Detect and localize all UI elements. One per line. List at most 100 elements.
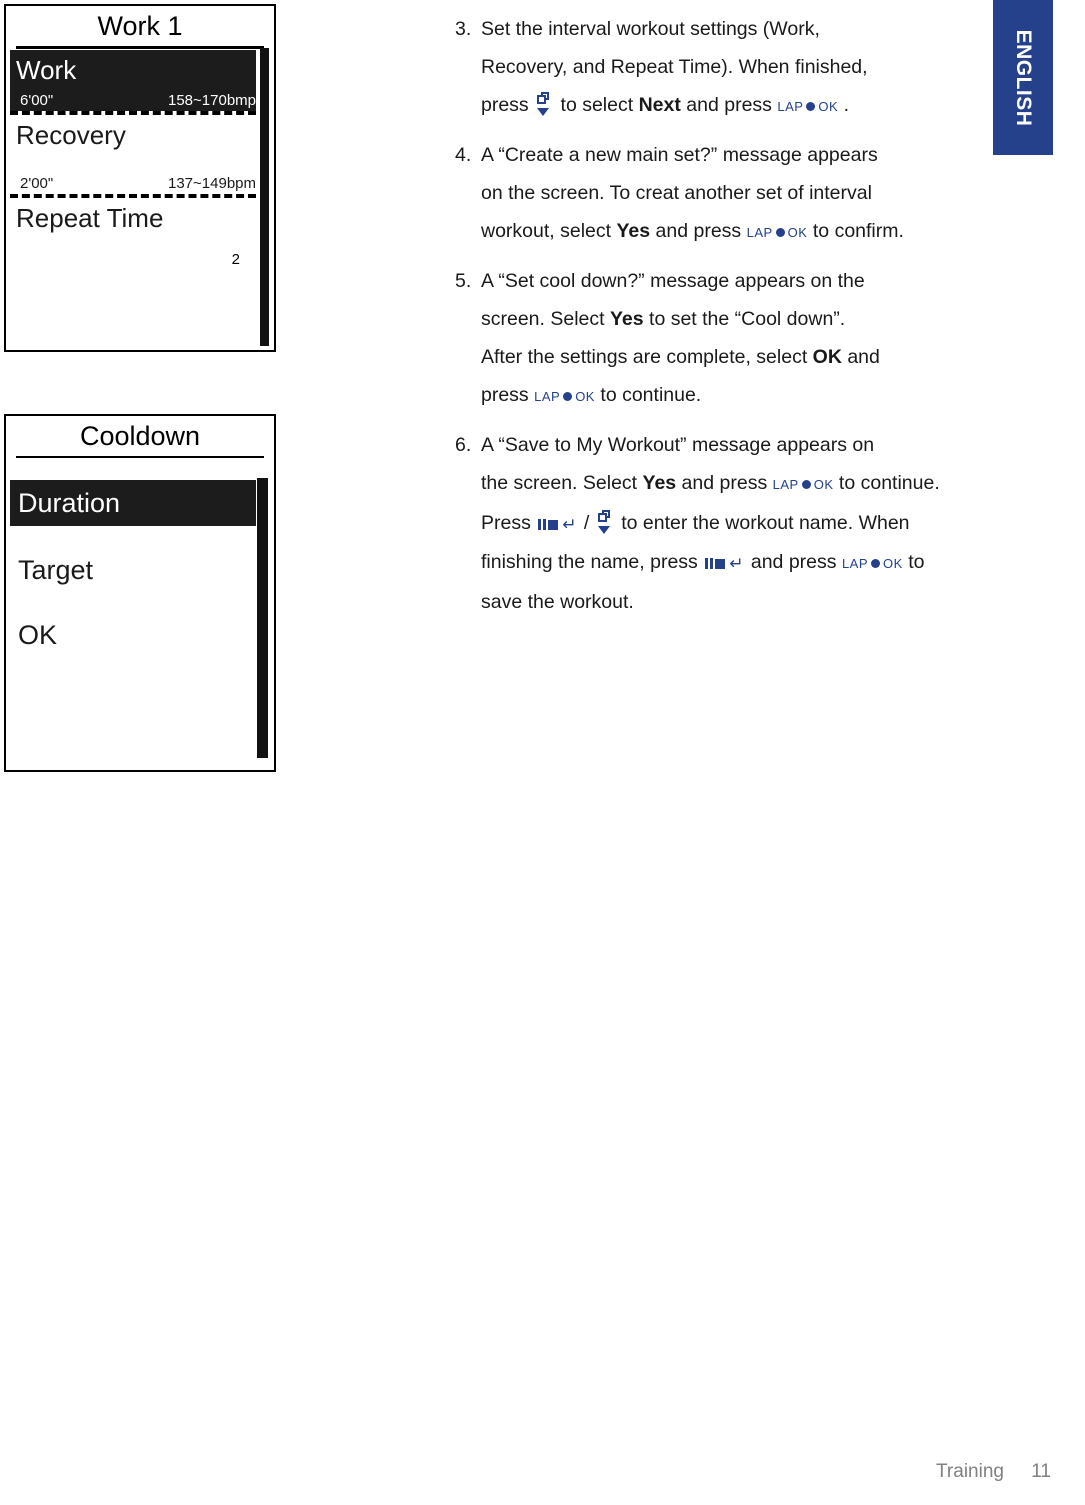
- button-dot-icon: [801, 480, 811, 490]
- step-line: A “Create a new main set?” message appea…: [481, 144, 878, 166]
- pause-icon: [538, 519, 546, 531]
- instruction-steps: 3. Set the interval workout settings (Wor…: [455, 10, 1000, 631]
- lap-ok-button-icon: LAP OK: [747, 214, 808, 252]
- step-line: A “Save to My Workout” message appears o…: [481, 434, 875, 456]
- list-item-work[interactable]: Work 6'00" 158~170bmp: [10, 50, 256, 111]
- page-down-button-icon: [597, 510, 614, 536]
- page-square-front-icon: [537, 95, 547, 104]
- step-line: the screen. Select Yes and press LAP OK t…: [481, 464, 1000, 504]
- lap-ok-button-icon: LAP OK: [777, 88, 838, 126]
- list-item-values: 2'00" 137~149bpm: [10, 150, 256, 194]
- title-divider: [16, 456, 264, 458]
- lap-label: LAP: [841, 556, 869, 571]
- emphasis-text: OK: [812, 346, 842, 368]
- language-tab-label: ENGLISH: [1012, 29, 1035, 126]
- list-item-target[interactable]: Target: [10, 547, 256, 593]
- emphasis-text: Next: [638, 94, 681, 116]
- list-item-values: 6'00" 158~170bmp: [10, 85, 256, 111]
- emphasis-text: Yes: [609, 308, 644, 330]
- ok-label: OK: [818, 99, 839, 114]
- back-arrow-icon: ↵: [729, 553, 744, 573]
- button-dot-icon: [563, 392, 573, 402]
- lap-ok-button-icon: LAP OK: [773, 466, 834, 504]
- list-item-label: Work: [16, 55, 77, 85]
- button-dot-icon: [806, 102, 816, 112]
- step-line: save the workout.: [481, 591, 634, 613]
- back-arrow-icon: ↵: [562, 514, 577, 534]
- list-item-label: Recovery: [16, 120, 126, 150]
- down-triangle-icon: [597, 526, 610, 534]
- screen-title-cooldown: Cooldown: [79, 421, 201, 451]
- step-line: screen. Select Yes to set the “Cool down…: [481, 308, 846, 330]
- pause-icon: [705, 558, 713, 570]
- work-settings-list: Work 6'00" 158~170bmp Recovery 2'00" 137…: [10, 50, 256, 274]
- step-body: Set the interval workout settings (Work,…: [455, 10, 1000, 126]
- lap-label: LAP: [534, 389, 561, 404]
- step-line: Set the interval workout settings (Work,: [481, 18, 820, 40]
- ok-label: OK: [575, 389, 595, 404]
- button-dot-icon: [775, 228, 785, 238]
- down-triangle-icon: [537, 108, 550, 116]
- list-item-label: Duration: [18, 488, 121, 518]
- step-line: A “Set cool down?” message appears on th…: [481, 270, 865, 292]
- ok-label: OK: [883, 556, 903, 571]
- pause-stop-back-button-icon: ↵: [538, 505, 577, 543]
- step-number: 5.: [455, 270, 472, 292]
- step-line: press LAP OK to continue.: [481, 376, 1000, 416]
- footer-section-label: Training: [936, 1461, 1004, 1482]
- step-line: Press ↵ / to enter the workout name. Whe…: [481, 504, 1000, 543]
- work-heart-rate-value: 158~170bmp: [168, 92, 256, 109]
- device-screen-cooldown: Cooldown Duration Target OK: [4, 414, 276, 772]
- step-line: finishing the name, press ↵ and press LA…: [481, 543, 1000, 583]
- lap-label: LAP: [772, 477, 799, 492]
- cooldown-settings-list: Duration Target OK: [10, 480, 256, 658]
- step-line: press to select Next and press LAP OK .: [481, 86, 1000, 126]
- ok-label: OK: [787, 225, 808, 240]
- list-item-ok[interactable]: OK: [10, 612, 256, 658]
- scrollbar[interactable]: [257, 478, 268, 758]
- step-line: on the screen. To creat another set of i…: [481, 182, 872, 204]
- list-item-recovery[interactable]: Recovery 2'00" 137~149bpm: [10, 115, 256, 194]
- step-line: After the settings are complete, select …: [481, 346, 880, 368]
- footer-page-number: 11: [1031, 1461, 1051, 1482]
- button-dot-icon: [871, 559, 881, 569]
- step-number: 4.: [455, 144, 472, 166]
- device-screen-work-1: Work 1 Work 6'00" 158~170bmp Recovery 2'…: [4, 4, 276, 352]
- emphasis-text: Yes: [642, 472, 677, 494]
- list-item-label: OK: [18, 620, 58, 650]
- lap-ok-button-icon: LAP OK: [842, 545, 903, 583]
- language-tab: ENGLISH: [993, 0, 1053, 155]
- step-number: 6.: [455, 434, 472, 456]
- screen-title-work-1: Work 1: [97, 11, 183, 41]
- work-duration-value: 6'00": [20, 92, 54, 109]
- step-number: 3.: [455, 18, 472, 40]
- title-divider: [16, 46, 264, 49]
- repeat-time-value: 2: [231, 251, 240, 268]
- step-body: A “Create a new main set?” message appea…: [455, 136, 1000, 252]
- stop-icon: [548, 519, 559, 530]
- page-down-button-icon: [536, 92, 553, 118]
- list-item-label: Repeat Time: [16, 203, 164, 233]
- instruction-step: 3. Set the interval workout settings (Wor…: [455, 10, 1000, 126]
- list-item-repeat-time[interactable]: Repeat Time 2: [10, 198, 256, 274]
- lap-label: LAP: [777, 99, 804, 114]
- recovery-duration-value: 2'00": [20, 175, 54, 192]
- page-footer: Training 11: [936, 1461, 1051, 1483]
- recovery-heart-rate-value: 137~149bpm: [168, 175, 256, 192]
- page-square-front-icon: [597, 513, 607, 522]
- step-line: workout, select Yes and press LAP OK to c…: [481, 212, 1000, 252]
- step-body: A “Set cool down?” message appears on th…: [455, 262, 1000, 416]
- ok-label: OK: [813, 477, 834, 492]
- emphasis-text: Yes: [616, 220, 651, 242]
- lap-ok-button-icon: LAP OK: [534, 378, 595, 416]
- step-body: A “Save to My Workout” message appears o…: [455, 426, 1000, 621]
- instruction-step: 6. A “Save to My Workout” message appears…: [455, 426, 1000, 621]
- scrollbar[interactable]: [260, 48, 269, 346]
- list-item-duration[interactable]: Duration: [10, 480, 256, 526]
- instruction-step: 4. A “Create a new main set?” message app…: [455, 136, 1000, 252]
- step-line: Recovery, and Repeat Time). When finishe…: [481, 56, 868, 78]
- stop-icon: [715, 558, 726, 569]
- lap-label: LAP: [746, 225, 773, 240]
- pause-stop-back-button-icon: ↵: [705, 544, 743, 582]
- list-item-label: Target: [18, 555, 94, 585]
